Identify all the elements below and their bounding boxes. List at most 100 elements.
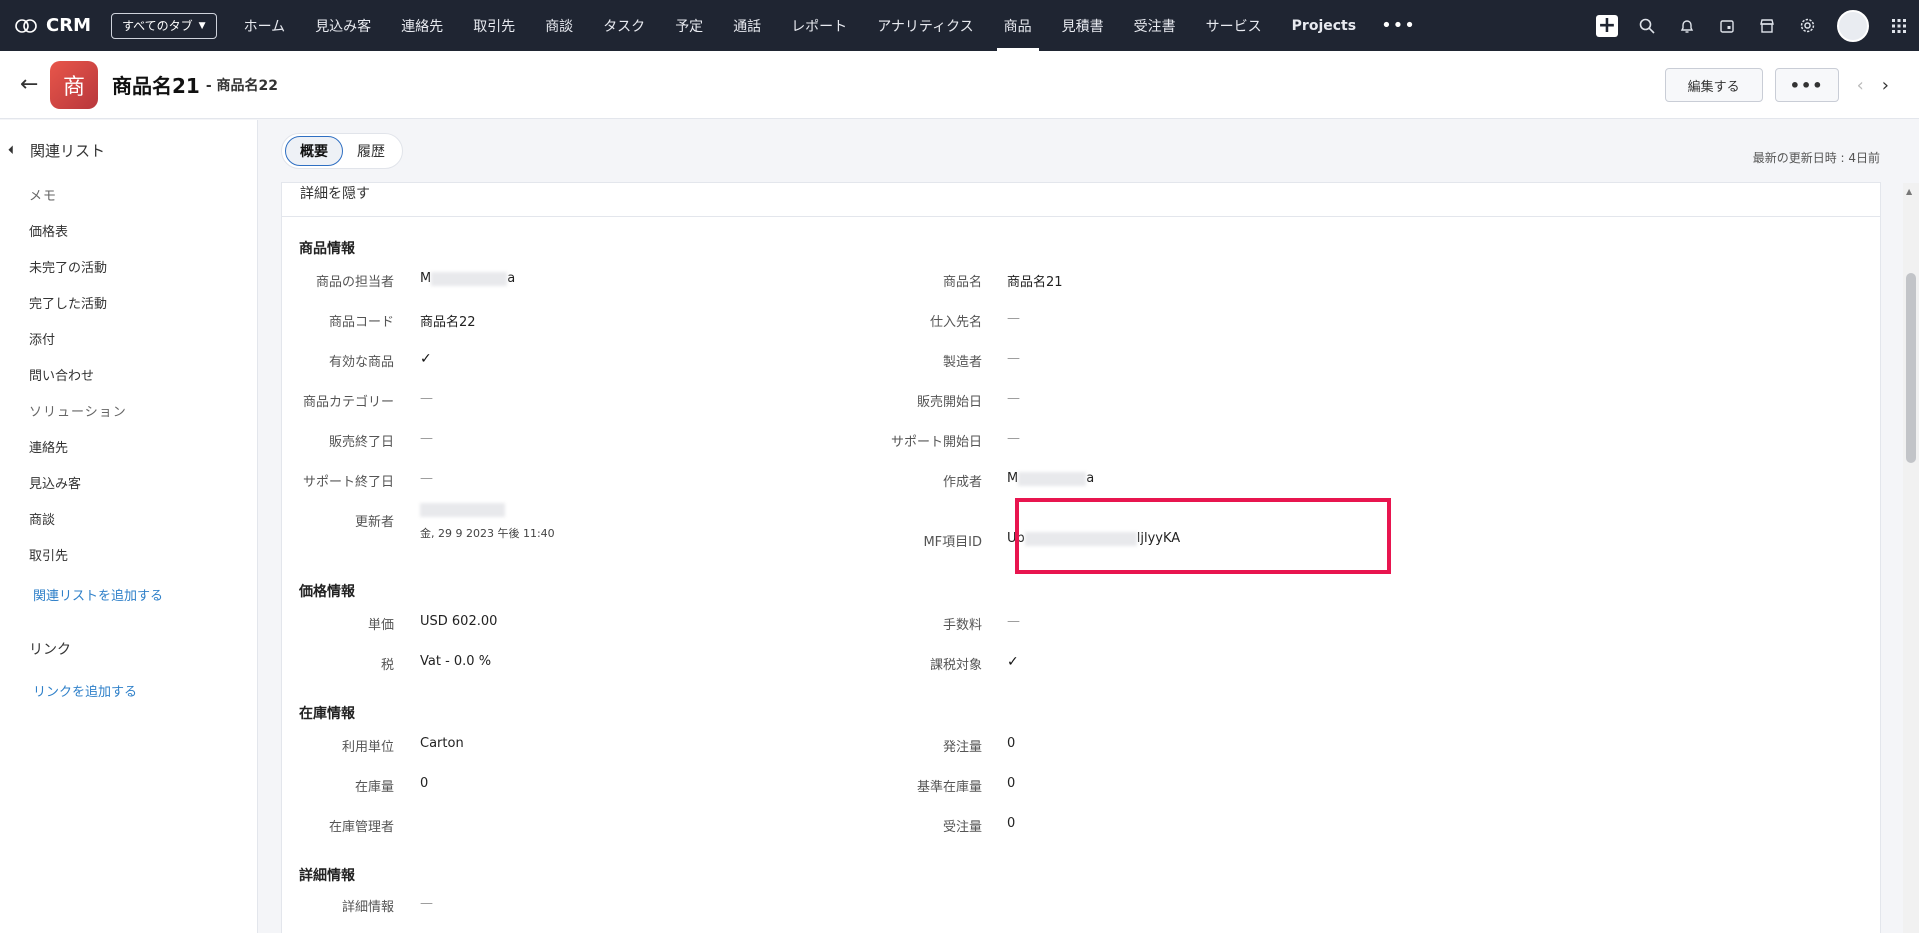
scrollbar-thumb[interactable] bbox=[1906, 273, 1916, 463]
apps-grid-icon[interactable] bbox=[1879, 0, 1919, 51]
nav-tab[interactable]: Projects bbox=[1277, 0, 1371, 51]
field-stock-qty: 在庫量 0 bbox=[282, 776, 428, 795]
sidebar-item[interactable]: 未完了の活動 bbox=[0, 248, 257, 284]
field-label: 製造者 bbox=[942, 355, 982, 370]
record-tabs: 概要 履歴 bbox=[281, 133, 403, 169]
nav-tab[interactable]: 連絡先 bbox=[386, 0, 458, 51]
field-value: Vat - 0.0 % bbox=[420, 654, 492, 669]
bell-icon[interactable] bbox=[1667, 0, 1707, 51]
links-header: リンク bbox=[29, 642, 71, 658]
field-label: 仕入先名 bbox=[929, 315, 982, 330]
field-label: 税 bbox=[380, 658, 394, 673]
nav-tab[interactable]: 予定 bbox=[660, 0, 718, 51]
field-support-start: サポート開始日 — bbox=[782, 431, 1020, 450]
nav-tab[interactable]: アナリティクス bbox=[862, 0, 988, 51]
nav-tab[interactable]: 見積書 bbox=[1047, 0, 1119, 51]
marketplace-icon[interactable] bbox=[1747, 0, 1787, 51]
calendar-icon[interactable] bbox=[1707, 0, 1747, 51]
nav-tab[interactable]: レポート bbox=[776, 0, 862, 51]
field-label: 発注量 bbox=[942, 740, 982, 755]
edit-button[interactable]: 編集する bbox=[1664, 68, 1763, 102]
avatar[interactable] bbox=[1837, 9, 1869, 42]
field-label: 商品コード bbox=[328, 315, 394, 330]
nav-tab[interactable]: タスク bbox=[588, 0, 660, 51]
hide-details-link[interactable]: 詳細を隠す bbox=[300, 183, 370, 203]
field-value: 0 bbox=[1007, 736, 1016, 751]
gear-icon[interactable] bbox=[1787, 0, 1827, 51]
vertical-scrollbar[interactable]: ▲ bbox=[1903, 183, 1919, 933]
sidebar-item[interactable]: 連絡先 bbox=[0, 428, 257, 464]
add-link-link[interactable]: リンクを追加する bbox=[0, 672, 257, 708]
field-label: 商品カテゴリー bbox=[302, 395, 394, 410]
scroll-up-arrow-icon[interactable]: ▲ bbox=[1906, 187, 1912, 196]
module-tabs: ホーム 見込み客 連絡先 取引先 商談 タスク 予定 通話 レポート アナリティクス 商品 見積書 受注… bbox=[229, 0, 1371, 51]
sidebar-item[interactable]: 見込み客 bbox=[0, 464, 257, 500]
sidebar-item[interactable]: 完了した活動 bbox=[0, 284, 257, 320]
field-commission: 手数料 — bbox=[782, 614, 1020, 633]
field-value[interactable]: 金, 29 9 2023 午後 11:40 bbox=[420, 503, 555, 541]
field-value[interactable]: Ma bbox=[420, 271, 515, 286]
field-handler: 在庫管理者 bbox=[282, 816, 394, 835]
field-label: 有効な商品 bbox=[328, 355, 394, 370]
nav-tab[interactable]: 商品 bbox=[989, 0, 1047, 51]
related-list-header[interactable]: ⏴ 関連リスト bbox=[0, 120, 257, 162]
field-value: 商品名22 bbox=[420, 315, 476, 330]
creator-suffix: a bbox=[1086, 471, 1095, 486]
field-value: 0 bbox=[1007, 816, 1016, 831]
field-value: Carton bbox=[420, 736, 464, 751]
field-label: 単価 bbox=[367, 618, 394, 633]
field-reorder-level: 基準在庫量 0 bbox=[782, 776, 1015, 795]
field-value: — bbox=[1007, 391, 1020, 406]
crm-logo[interactable]: CRM bbox=[14, 15, 91, 36]
more-modules-button[interactable]: ••• bbox=[1371, 15, 1426, 36]
field-sales-start: 販売開始日 — bbox=[782, 391, 1020, 410]
nav-tab[interactable]: 見込み客 bbox=[300, 0, 386, 51]
redacted-text bbox=[431, 271, 508, 286]
nav-tab[interactable]: ホーム bbox=[229, 0, 301, 51]
crm-logo-icon bbox=[15, 18, 37, 33]
last-modified-text: 最新の更新日時 : 4日前 bbox=[1752, 151, 1880, 165]
field-tax: 税 Vat - 0.0 % bbox=[282, 654, 491, 673]
sidebar-item[interactable]: 添付 bbox=[0, 320, 257, 356]
all-tabs-label: すべてのタブ bbox=[121, 19, 193, 33]
next-record-button[interactable]: › bbox=[1882, 75, 1889, 96]
all-tabs-dropdown[interactable]: すべてのタブ ▼ bbox=[110, 12, 217, 39]
related-list-items: メモ 価格表 未完了の活動 完了した活動 添付 問い合わせ ソリューション 連絡先 見込み客 商談… bbox=[0, 176, 257, 572]
nav-tab[interactable]: 通話 bbox=[718, 0, 776, 51]
sidebar-item[interactable]: ソリューション bbox=[0, 392, 257, 428]
field-value: 0 bbox=[1007, 776, 1016, 791]
sidebar-item[interactable]: メモ bbox=[0, 176, 257, 212]
field-value: — bbox=[420, 471, 433, 486]
tab-overview[interactable]: 概要 bbox=[285, 136, 343, 166]
nav-tab[interactable]: サービス bbox=[1191, 0, 1277, 51]
owner-initial: M bbox=[420, 271, 432, 286]
search-icon[interactable] bbox=[1627, 0, 1667, 51]
previous-record-button[interactable]: ‹ bbox=[1857, 75, 1864, 96]
sidebar-item[interactable]: 商談 bbox=[0, 500, 257, 536]
field-value[interactable]: Ma bbox=[1007, 471, 1094, 486]
more-actions-button[interactable]: ••• bbox=[1774, 68, 1839, 102]
sidebar-item[interactable]: 価格表 bbox=[0, 212, 257, 248]
sidebar-item[interactable]: 取引先 bbox=[0, 536, 257, 572]
field-value: — bbox=[1007, 614, 1020, 629]
sidebar-item[interactable]: 問い合わせ bbox=[0, 356, 257, 392]
tab-history[interactable]: 履歴 bbox=[343, 136, 399, 166]
collapse-sidebar-icon[interactable]: ⏴ bbox=[8, 143, 30, 158]
back-arrow-icon[interactable]: ← bbox=[20, 72, 44, 97]
field-label: サポート開始日 bbox=[890, 435, 982, 450]
record-actions: 編集する ••• ‹ › bbox=[1664, 68, 1889, 102]
nav-tab[interactable]: 受注書 bbox=[1119, 0, 1191, 51]
add-related-list-link[interactable]: 関連リストを追加する bbox=[0, 576, 257, 612]
field-value: 0 bbox=[420, 776, 429, 791]
field-label: 受注量 bbox=[942, 820, 982, 835]
field-label: 販売終了日 bbox=[328, 435, 394, 450]
creator-initial: M bbox=[1007, 471, 1019, 486]
quick-create-button[interactable]: + bbox=[1587, 0, 1627, 51]
record-subtitle: - 商品名22 bbox=[205, 77, 279, 94]
nav-utility-icons: + bbox=[1587, 0, 1919, 51]
field-creator: 作成者 Ma bbox=[782, 471, 1094, 490]
field-vendor: 仕入先名 — bbox=[782, 311, 1020, 330]
nav-tab[interactable]: 商談 bbox=[530, 0, 588, 51]
field-label: 手数料 bbox=[942, 618, 982, 633]
nav-tab[interactable]: 取引先 bbox=[458, 0, 530, 51]
